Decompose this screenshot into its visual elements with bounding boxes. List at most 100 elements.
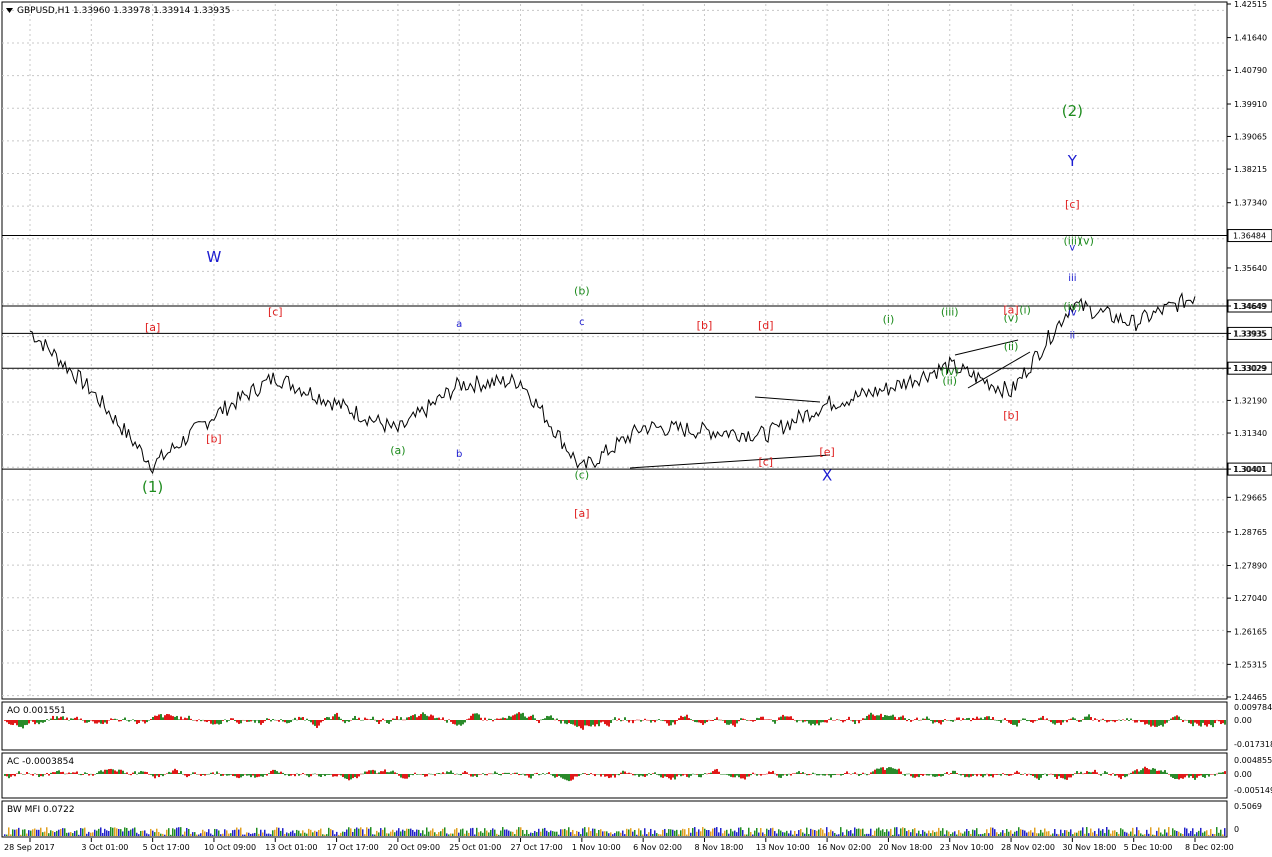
ac-bar [1206, 774, 1208, 776]
mfi-bar [588, 827, 590, 836]
ac-bar [694, 774, 696, 775]
ac-bar [910, 774, 912, 777]
mfi-bar [74, 831, 76, 836]
ac-bar [756, 774, 758, 776]
ac-bar [1096, 772, 1098, 774]
mfi-bar [952, 832, 954, 836]
ac-bar [814, 773, 816, 775]
ac-bar [198, 774, 200, 775]
ac-bar [132, 772, 134, 774]
mfi-bar [266, 833, 268, 836]
ao-bar [388, 720, 390, 724]
mfi-bar [258, 833, 260, 836]
mfi-bar [858, 828, 860, 836]
ao-bar [58, 718, 60, 720]
ac-bar [860, 774, 862, 775]
ac-bar [86, 773, 88, 774]
ac-bar [278, 772, 280, 774]
ao-bar [416, 717, 418, 720]
ac-bar [416, 774, 418, 775]
mfi-bar [700, 831, 702, 836]
ao-bar [1074, 718, 1076, 720]
ao-bar [180, 716, 182, 720]
ao-bar [754, 720, 756, 722]
ao-bar [6, 720, 8, 723]
ac-bar [1212, 774, 1214, 775]
ao-bar [228, 720, 230, 721]
chart-terminal[interactable]: 1.364841.346491.339351.330291.30401 1.42… [0, 0, 1272, 857]
ao-bar [604, 720, 606, 725]
ac-bar [596, 774, 598, 775]
mfi-bar [1172, 828, 1174, 836]
mfi-bar [638, 828, 640, 836]
ac-bar [88, 774, 90, 776]
mfi-bar [204, 831, 206, 836]
mfi-bar [1220, 829, 1222, 836]
ao-bar [1014, 720, 1016, 725]
ao-bar [212, 720, 214, 725]
ac-bar [152, 774, 154, 777]
mfi-bar [926, 833, 928, 836]
ac-bar [950, 773, 952, 774]
ac-bar [748, 774, 750, 777]
ac-bar [458, 774, 460, 775]
ac-bar [652, 773, 654, 774]
ac-bar [854, 772, 856, 774]
mfi-bar [248, 832, 250, 836]
mfi-bar [1034, 827, 1036, 836]
mfi-bar [312, 832, 314, 836]
mfi-bar [1138, 830, 1140, 836]
ac-bar [1106, 772, 1108, 774]
mfi-bar [206, 832, 208, 836]
ac-bar [1048, 774, 1050, 775]
mfi-bar [578, 831, 580, 836]
ac-bar [924, 774, 926, 775]
ac-bar [366, 771, 368, 774]
mfi-bar [506, 829, 508, 836]
chart-title: GBPUSD,H1 1.33960 1.33978 1.33914 1.3393… [17, 6, 230, 16]
ao-bar [998, 720, 1000, 721]
mfi-bar [726, 829, 728, 836]
mfi-bar [452, 833, 454, 836]
ao-bar [378, 720, 380, 724]
ac-bar [6, 774, 8, 777]
ac-bar [1094, 769, 1096, 774]
mfi-bar [236, 827, 238, 836]
ao-bar [446, 720, 448, 723]
ac-bar [230, 774, 232, 775]
ac-bar [544, 774, 546, 775]
ac-bar [1170, 774, 1172, 777]
ao-bar [276, 720, 278, 721]
mfi-bar [906, 831, 908, 836]
ac-bar [570, 774, 572, 781]
ac-bar [882, 767, 884, 774]
ao-bar [1034, 720, 1036, 722]
ao-bar [780, 716, 782, 720]
ac-bar [628, 772, 630, 774]
ac-bar [274, 769, 276, 774]
ac-bar [420, 774, 422, 775]
mfi-bar [734, 830, 736, 836]
ac-bar [520, 774, 522, 775]
mfi-bar [634, 829, 636, 836]
ao-bar [1010, 720, 1012, 724]
ac-bar [1166, 772, 1168, 774]
mfi-bar [706, 830, 708, 836]
mfi-bar [662, 829, 664, 836]
mfi-bar [1030, 830, 1032, 836]
mfi-bar [18, 827, 20, 836]
mfi-bar [612, 834, 614, 836]
ao-bar [820, 720, 822, 723]
mfi-bar [702, 827, 704, 836]
ao-bar [412, 715, 414, 720]
ac-bar [524, 774, 526, 776]
ac-bar [518, 774, 520, 776]
ao-bar [612, 719, 614, 721]
ac-bar [96, 772, 98, 774]
ao-bar [1022, 718, 1024, 720]
mfi-bar [598, 829, 600, 836]
ac-bar [648, 773, 650, 774]
mfi-bar [464, 833, 466, 836]
mfi-bar [146, 833, 148, 836]
mfi-bar [546, 830, 548, 836]
